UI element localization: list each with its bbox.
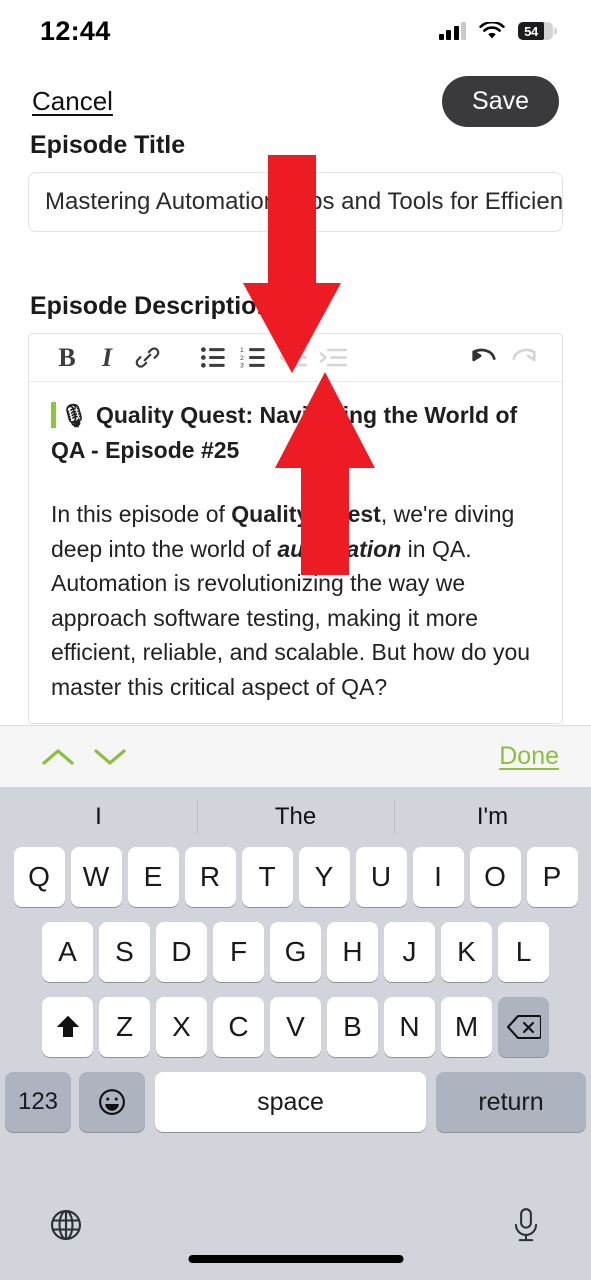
numbers-key[interactable]: 123 bbox=[5, 1072, 71, 1132]
key-x[interactable]: X bbox=[156, 997, 207, 1057]
key-m[interactable]: M bbox=[441, 997, 492, 1057]
key-h[interactable]: H bbox=[327, 922, 378, 982]
key-z[interactable]: Z bbox=[99, 997, 150, 1057]
shift-icon[interactable] bbox=[42, 997, 93, 1057]
return-key[interactable]: return bbox=[436, 1072, 586, 1132]
paragraph-prefix: In this episode of bbox=[51, 501, 232, 527]
undo-icon[interactable] bbox=[464, 338, 504, 378]
editor-heading-text: Quality Quest: Navigating the World of Q… bbox=[51, 402, 518, 463]
save-button[interactable]: Save bbox=[442, 75, 559, 127]
keyboard-row-1: Q W E R T Y U I O P bbox=[0, 847, 591, 907]
chevron-up-icon[interactable] bbox=[32, 737, 84, 777]
key-p[interactable]: P bbox=[526, 847, 578, 907]
status-indicators: 54 bbox=[438, 20, 557, 41]
keyboard-row-4: 123 space return bbox=[0, 1072, 591, 1132]
key-n[interactable]: N bbox=[384, 997, 435, 1057]
done-button[interactable]: Done bbox=[499, 742, 559, 771]
key-s[interactable]: S bbox=[99, 922, 150, 982]
key-a[interactable]: A bbox=[42, 922, 93, 982]
key-r[interactable]: R bbox=[184, 847, 236, 907]
prediction-1[interactable]: The bbox=[197, 794, 394, 840]
key-l[interactable]: L bbox=[498, 922, 549, 982]
key-u[interactable]: U bbox=[355, 847, 407, 907]
key-w[interactable]: W bbox=[70, 847, 122, 907]
indent-icon[interactable] bbox=[313, 338, 353, 378]
key-t[interactable]: T bbox=[241, 847, 293, 907]
key-k[interactable]: K bbox=[441, 922, 492, 982]
globe-icon[interactable] bbox=[48, 1207, 84, 1246]
key-j[interactable]: J bbox=[384, 922, 435, 982]
bullet-list-icon[interactable] bbox=[193, 338, 233, 378]
emoji-icon[interactable] bbox=[79, 1072, 145, 1132]
editor-paragraph: In this episode of Quality Quest, we're … bbox=[51, 497, 540, 704]
chevron-down-icon[interactable] bbox=[84, 737, 136, 777]
episode-title-label: Episode Title bbox=[30, 131, 186, 159]
italic-button[interactable]: I bbox=[87, 338, 127, 378]
microphone-icon[interactable] bbox=[509, 1207, 543, 1248]
svg-text:2: 2 bbox=[240, 355, 244, 362]
key-c[interactable]: C bbox=[213, 997, 264, 1057]
key-i[interactable]: I bbox=[412, 847, 464, 907]
wifi-icon bbox=[479, 20, 505, 41]
episode-description-label: Episode Description bbox=[30, 292, 272, 320]
keyboard-row-3: Z X C V B N M bbox=[0, 997, 591, 1057]
editor-content[interactable]: 🎙 Quality Quest: Navigating the World of … bbox=[29, 382, 562, 704]
cellular-signal-icon bbox=[438, 22, 466, 40]
paragraph-italic-1: automation bbox=[277, 535, 402, 562]
key-b[interactable]: B bbox=[327, 997, 378, 1057]
key-q[interactable]: Q bbox=[13, 847, 65, 907]
prediction-2[interactable]: I'm bbox=[394, 794, 591, 840]
outdent-icon[interactable] bbox=[273, 338, 313, 378]
microphone-emoji: 🎙 bbox=[60, 403, 88, 428]
text-caret bbox=[51, 402, 56, 428]
numbered-list-icon[interactable]: 1 2 3 bbox=[233, 338, 273, 378]
editor-heading: 🎙 Quality Quest: Navigating the World of … bbox=[51, 398, 540, 467]
home-indicator bbox=[188, 1255, 403, 1263]
key-e[interactable]: E bbox=[127, 847, 179, 907]
rich-text-toolbar: B I 1 2 3 bbox=[29, 334, 562, 382]
keyboard-footer bbox=[0, 1185, 591, 1280]
backspace-icon[interactable] bbox=[498, 997, 549, 1057]
battery-percent: 54 bbox=[524, 23, 538, 39]
keyboard-accessory-bar: Done bbox=[0, 725, 591, 787]
navigation-bar: Cancel Save bbox=[0, 75, 591, 127]
svg-text:3: 3 bbox=[240, 363, 244, 370]
svg-text:1: 1 bbox=[240, 347, 244, 354]
bold-button[interactable]: B bbox=[47, 338, 87, 378]
phone-screen: 12:44 54 Cancel Save Episode Title Maste… bbox=[0, 0, 591, 1280]
episode-description-editor: B I 1 2 3 🎙 Quality Quest: Navigating th… bbox=[28, 333, 563, 724]
key-g[interactable]: G bbox=[270, 922, 321, 982]
key-o[interactable]: O bbox=[469, 847, 521, 907]
link-icon[interactable] bbox=[127, 338, 167, 378]
prediction-0[interactable]: I bbox=[0, 794, 197, 840]
battery-icon: 54 bbox=[518, 22, 557, 40]
status-bar: 12:44 54 bbox=[0, 0, 591, 62]
cancel-button[interactable]: Cancel bbox=[32, 86, 113, 117]
space-key[interactable]: space bbox=[155, 1072, 426, 1132]
on-screen-keyboard: I The I'm Q W E R T Y U I O P A S D F G … bbox=[0, 787, 591, 1280]
key-y[interactable]: Y bbox=[298, 847, 350, 907]
key-d[interactable]: D bbox=[156, 922, 207, 982]
prediction-bar: I The I'm bbox=[0, 787, 591, 847]
key-v[interactable]: V bbox=[270, 997, 321, 1057]
redo-icon[interactable] bbox=[504, 338, 544, 378]
key-f[interactable]: F bbox=[213, 922, 264, 982]
episode-title-input[interactable]: Mastering Automation: Tips and Tools for… bbox=[28, 172, 563, 232]
keyboard-row-2: A S D F G H J K L bbox=[0, 922, 591, 982]
paragraph-bold-1: Quality Quest bbox=[231, 501, 381, 527]
status-time: 12:44 bbox=[40, 15, 111, 46]
